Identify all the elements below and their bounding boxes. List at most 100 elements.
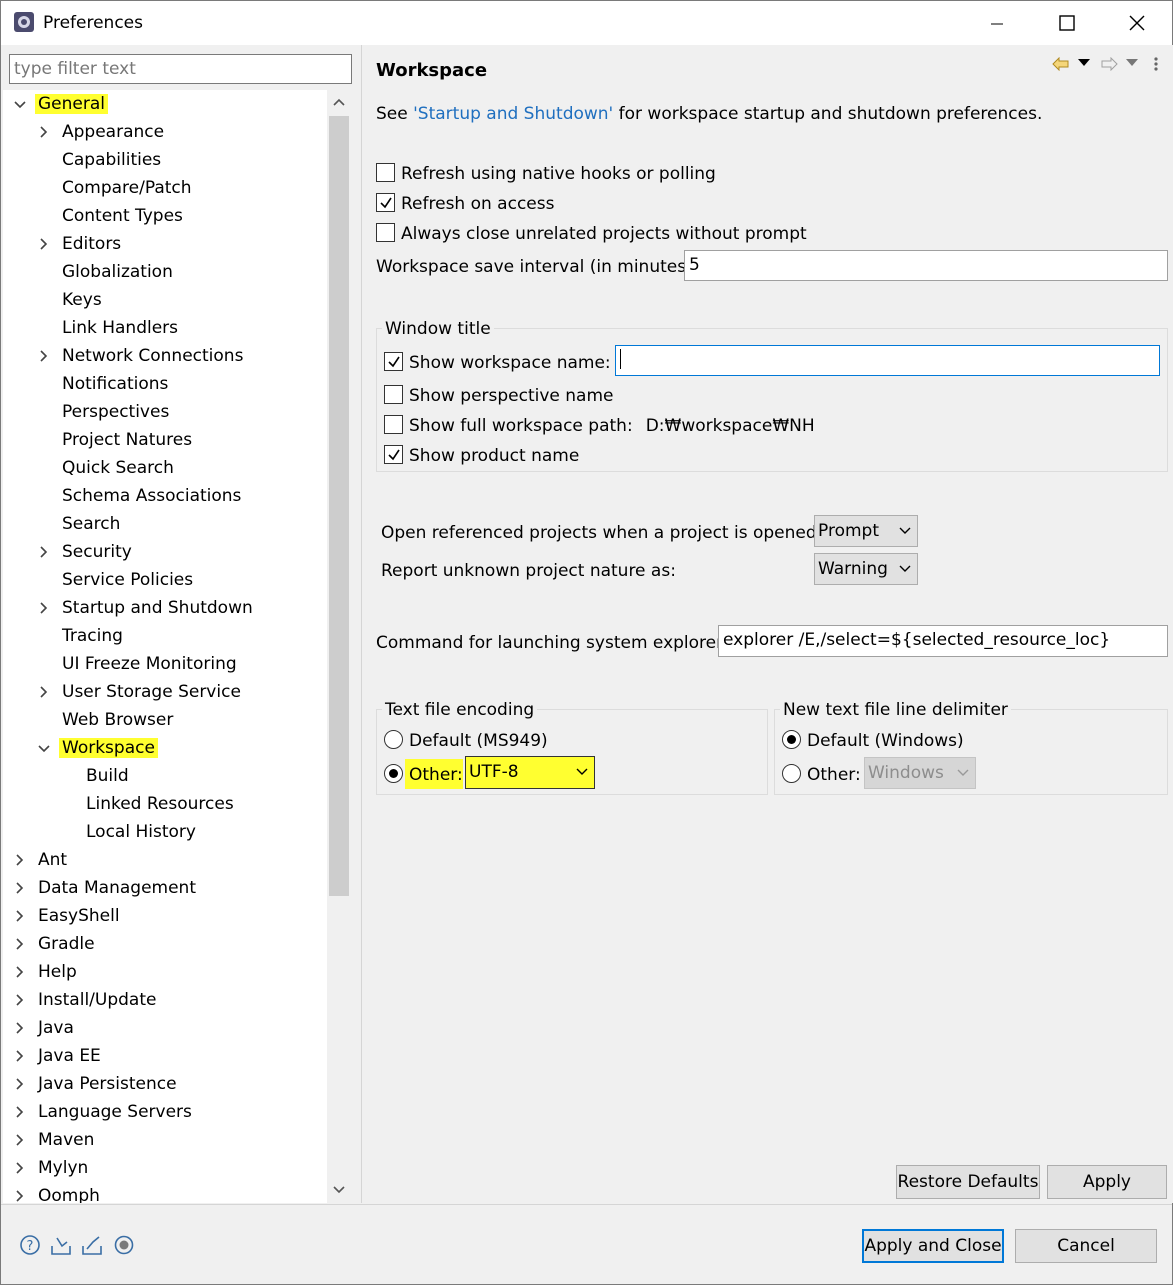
maximize-button[interactable] — [1032, 1, 1102, 45]
tree-item-globalization[interactable]: Globalization — [59, 258, 176, 286]
view-menu-icon[interactable] — [1153, 56, 1159, 72]
apply-button[interactable]: Apply — [1047, 1165, 1167, 1199]
tree-item-project-natures[interactable]: Project Natures — [59, 426, 195, 454]
tree-item-easyshell[interactable]: EasyShell — [35, 902, 123, 930]
show-perspective-option[interactable]: Show perspective name — [384, 384, 614, 408]
chevron-right-icon[interactable] — [37, 230, 51, 258]
tree-item-user-storage-service[interactable]: User Storage Service — [59, 678, 244, 706]
tree-item-maven[interactable]: Maven — [35, 1126, 97, 1154]
chevron-right-icon[interactable] — [13, 874, 27, 902]
tree-item-startup-and-shutdown[interactable]: Startup and Shutdown — [59, 594, 256, 622]
chevron-right-icon[interactable] — [13, 1098, 27, 1126]
tree-item-search[interactable]: Search — [59, 510, 123, 538]
chevron-down-icon[interactable] — [37, 734, 51, 762]
cancel-button[interactable]: Cancel — [1015, 1229, 1157, 1263]
chevron-right-icon[interactable] — [13, 1070, 27, 1098]
explorer-command-input[interactable]: explorer /E,/select=${selected_resource_… — [718, 625, 1168, 657]
delimiter-default-radio[interactable] — [782, 730, 801, 749]
record-icon[interactable] — [113, 1234, 135, 1256]
tree-item-workspace[interactable]: Workspace — [59, 734, 158, 762]
show-full-path-option[interactable]: Show full workspace path: D:₩workspace₩NH — [384, 414, 815, 438]
scroll-down-icon[interactable] — [332, 1185, 346, 1195]
chevron-right-icon[interactable] — [13, 1154, 27, 1182]
import-icon[interactable] — [50, 1234, 72, 1256]
tree-item-java-persistence[interactable]: Java Persistence — [35, 1070, 180, 1098]
export-icon[interactable] — [81, 1234, 103, 1256]
tree-item-notifications[interactable]: Notifications — [59, 370, 171, 398]
show-full-path-checkbox[interactable] — [384, 415, 403, 434]
show-ws-name-checkbox[interactable] — [384, 352, 403, 371]
forward-menu-chevron-icon[interactable] — [1126, 59, 1138, 67]
chevron-right-icon[interactable] — [13, 902, 27, 930]
chevron-right-icon[interactable] — [13, 986, 27, 1014]
chevron-right-icon[interactable] — [37, 118, 51, 146]
chevron-right-icon[interactable] — [13, 846, 27, 874]
tree-item-install-update[interactable]: Install/Update — [35, 986, 159, 1014]
tree-item-service-policies[interactable]: Service Policies — [59, 566, 196, 594]
tree-item-help[interactable]: Help — [35, 958, 80, 986]
tree-item-security[interactable]: Security — [59, 538, 135, 566]
tree-item-perspectives[interactable]: Perspectives — [59, 398, 172, 426]
always-close-option[interactable]: Always close unrelated projects without … — [376, 222, 807, 246]
tree-item-java[interactable]: Java — [35, 1014, 77, 1042]
startup-shutdown-link[interactable]: 'Startup and Shutdown' — [413, 104, 613, 124]
forward-arrow-icon[interactable] — [1100, 57, 1118, 71]
tree-item-mylyn[interactable]: Mylyn — [35, 1154, 91, 1182]
tree-item-ui-freeze-monitoring[interactable]: UI Freeze Monitoring — [59, 650, 240, 678]
tree-item-general[interactable]: General — [35, 90, 108, 118]
tree-item-ant[interactable]: Ant — [35, 846, 70, 874]
chevron-right-icon[interactable] — [13, 1126, 27, 1154]
delimiter-other-option[interactable]: Other: — [782, 763, 861, 787]
scroll-up-icon[interactable] — [332, 97, 346, 107]
tree-item-schema-associations[interactable]: Schema Associations — [59, 482, 244, 510]
tree-item-build[interactable]: Build — [83, 762, 132, 790]
delimiter-default-option[interactable]: Default (Windows) — [782, 729, 964, 753]
tree-item-network-connections[interactable]: Network Connections — [59, 342, 246, 370]
show-product-checkbox[interactable] — [384, 445, 403, 464]
encoding-other-option[interactable]: Other: — [384, 763, 463, 787]
chevron-right-icon[interactable] — [37, 594, 51, 622]
tree-item-quick-search[interactable]: Quick Search — [59, 454, 177, 482]
chevron-right-icon[interactable] — [13, 1182, 27, 1203]
tree-item-data-management[interactable]: Data Management — [35, 874, 199, 902]
chevron-right-icon[interactable] — [13, 958, 27, 986]
tree-item-local-history[interactable]: Local History — [83, 818, 199, 846]
help-icon[interactable]: ? — [19, 1234, 41, 1256]
tree-item-editors[interactable]: Editors — [59, 230, 124, 258]
minimize-button[interactable] — [962, 1, 1032, 45]
chevron-right-icon[interactable] — [37, 538, 51, 566]
restore-defaults-button[interactable]: Restore Defaults — [896, 1165, 1040, 1199]
tree-scrollbar[interactable] — [327, 90, 351, 1203]
encoding-default-radio[interactable] — [384, 730, 403, 749]
always-close-checkbox[interactable] — [376, 223, 395, 242]
filter-input[interactable] — [10, 55, 351, 83]
tree-item-content-types[interactable]: Content Types — [59, 202, 186, 230]
show-product-option[interactable]: Show product name — [384, 444, 579, 468]
refresh-native-checkbox[interactable] — [376, 163, 395, 182]
tree-item-gradle[interactable]: Gradle — [35, 930, 98, 958]
chevron-right-icon[interactable] — [13, 1042, 27, 1070]
encoding-other-radio[interactable] — [384, 764, 403, 783]
chevron-right-icon[interactable] — [13, 930, 27, 958]
back-arrow-icon[interactable] — [1052, 57, 1070, 71]
tree-item-web-browser[interactable]: Web Browser — [59, 706, 176, 734]
open-ref-combo[interactable]: Prompt — [814, 515, 918, 547]
encoding-combo[interactable]: UTF-8 — [465, 756, 595, 789]
report-unknown-combo[interactable]: Warning — [814, 553, 918, 585]
apply-and-close-button[interactable]: Apply and Close — [862, 1229, 1004, 1263]
tree-item-oomph[interactable]: Oomph — [35, 1182, 103, 1203]
chevron-right-icon[interactable] — [13, 1014, 27, 1042]
tree-item-appearance[interactable]: Appearance — [59, 118, 167, 146]
chevron-right-icon[interactable] — [37, 678, 51, 706]
delimiter-combo[interactable]: Windows — [864, 757, 976, 789]
delimiter-other-radio[interactable] — [782, 764, 801, 783]
refresh-native-option[interactable]: Refresh using native hooks or polling — [376, 162, 716, 186]
workspace-name-input[interactable] — [615, 345, 1160, 376]
tree-item-compare-patch[interactable]: Compare/Patch — [59, 174, 195, 202]
tree-item-capabilities[interactable]: Capabilities — [59, 146, 164, 174]
chevron-down-icon[interactable] — [13, 90, 27, 118]
encoding-default-option[interactable]: Default (MS949) — [384, 729, 548, 753]
tree-item-tracing[interactable]: Tracing — [59, 622, 126, 650]
scrollbar-thumb[interactable] — [329, 116, 349, 896]
refresh-access-option[interactable]: Refresh on access — [376, 192, 554, 216]
